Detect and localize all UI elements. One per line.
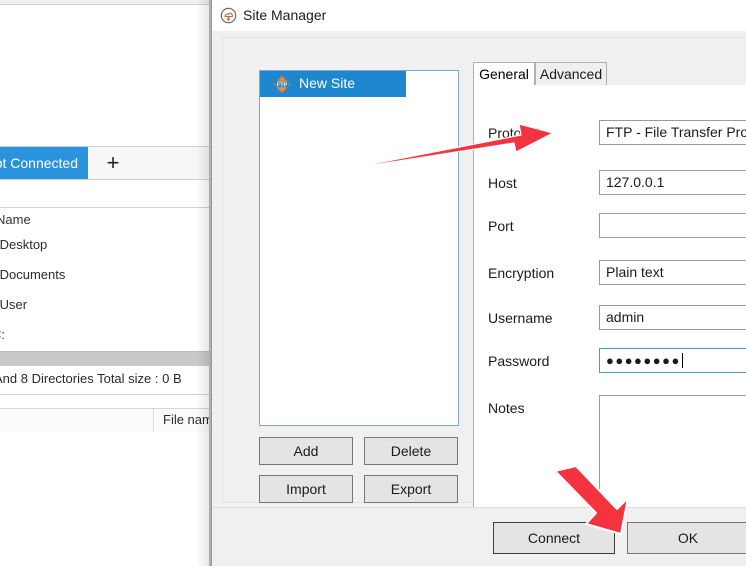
- list-item[interactable]: C:: [0, 327, 5, 342]
- window-shadow: [196, 0, 210, 566]
- username-label: Username: [488, 310, 553, 326]
- background-splitter[interactable]: [0, 351, 215, 367]
- screenshot-root: Not Connected + Name ~Desktop ~Documents…: [0, 0, 746, 566]
- tab-general[interactable]: General: [473, 62, 535, 86]
- notes-label: Notes: [488, 400, 525, 416]
- dialog-inner-frame: FTP New Site Add Delete Import Export Ge…: [222, 37, 746, 526]
- site-manager-dialog: Site Manager FTP New Site Add Delete Imp…: [211, 0, 746, 566]
- background-file-list: ~Desktop ~Documents ~User C:: [0, 233, 215, 351]
- site-tree[interactable]: FTP New Site: [259, 70, 459, 426]
- import-button[interactable]: Import: [259, 475, 353, 503]
- plus-icon[interactable]: +: [95, 147, 131, 179]
- dialog-body: FTP New Site Add Delete Import Export Ge…: [212, 31, 746, 526]
- svg-text:FTP: FTP: [277, 83, 288, 89]
- encryption-select[interactable]: Plain text: [599, 260, 746, 285]
- host-label: Host: [488, 175, 517, 191]
- list-item[interactable]: ~User: [0, 297, 27, 312]
- ftp-site-icon: FTP: [273, 75, 291, 94]
- background-ftp-client-window: Not Connected + Name ~Desktop ~Documents…: [0, 0, 215, 566]
- background-status-bar: And 8 Directories Total size : 0 B: [0, 366, 215, 395]
- background-status-text: And 8 Directories Total size : 0 B: [0, 371, 182, 386]
- background-message-log-pane: [0, 5, 214, 147]
- tab-strip: General Advanced: [473, 62, 746, 86]
- host-input[interactable]: 127.0.0.1: [599, 170, 746, 195]
- list-item[interactable]: ~Desktop: [0, 237, 47, 252]
- add-button[interactable]: Add: [259, 437, 353, 465]
- dialog-title: Site Manager: [243, 7, 327, 23]
- password-input[interactable]: ●●●●●●●●: [599, 348, 746, 373]
- ok-button[interactable]: OK: [627, 522, 746, 554]
- column-divider[interactable]: [153, 409, 154, 433]
- connect-button[interactable]: Connect: [493, 522, 615, 554]
- background-lower-column-header: File name: [0, 408, 215, 434]
- list-item[interactable]: ~Documents: [0, 267, 65, 282]
- background-lower-file-list: [0, 432, 215, 566]
- site-tree-item-new-site[interactable]: FTP New Site: [260, 71, 406, 97]
- site-manager-icon: [220, 7, 237, 24]
- dialog-footer: Connect OK: [212, 507, 746, 566]
- dialog-title-bar: Site Manager: [212, 0, 746, 32]
- port-label: Port: [488, 218, 514, 234]
- text-caret: [681, 353, 683, 368]
- delete-button[interactable]: Delete: [364, 437, 458, 465]
- general-tab-panel: Protocol FTP - File Transfer Protocol Ho…: [473, 85, 746, 526]
- password-masked-value: ●●●●●●●●: [606, 353, 681, 368]
- protocol-label: Protocol: [488, 125, 540, 141]
- username-input[interactable]: admin: [599, 305, 746, 330]
- port-input[interactable]: [599, 213, 746, 238]
- encryption-label: Encryption: [488, 265, 555, 281]
- background-tab-not-connected[interactable]: Not Connected: [0, 147, 88, 179]
- notes-textarea[interactable]: [599, 395, 746, 510]
- background-column-header-row: Name: [0, 207, 215, 235]
- background-column-header-name: Name: [0, 212, 31, 227]
- password-label: Password: [488, 353, 550, 369]
- protocol-select[interactable]: FTP - File Transfer Protocol: [599, 120, 746, 145]
- site-tree-item-label: New Site: [299, 75, 356, 91]
- tab-advanced[interactable]: Advanced: [535, 62, 607, 86]
- export-button[interactable]: Export: [364, 475, 458, 503]
